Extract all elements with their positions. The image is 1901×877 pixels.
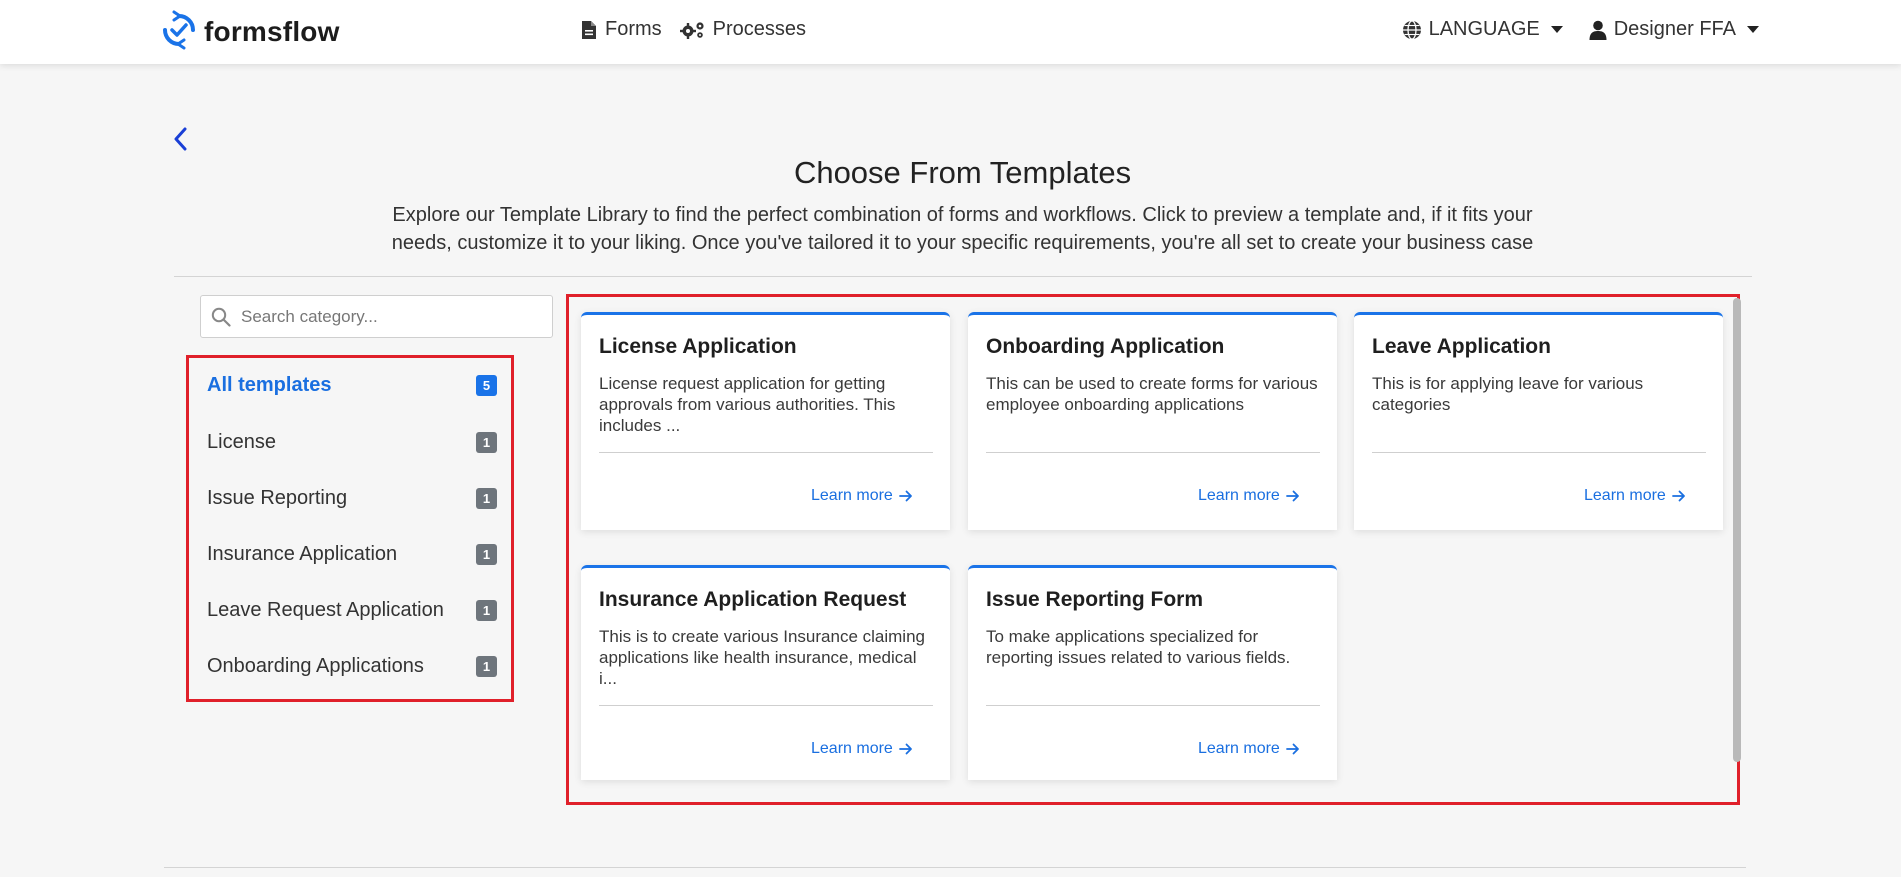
template-title: Leave Application (1372, 335, 1551, 358)
user-name: Designer FFA (1613, 18, 1736, 40)
brand-name: formsflow (204, 16, 340, 47)
template-title: Issue Reporting Form (986, 588, 1204, 611)
nav-forms[interactable]: Forms (580, 18, 662, 41)
user-dropdown[interactable]: Designer FFA (1589, 18, 1759, 41)
category-label: Issue Reporting (207, 486, 348, 509)
category-list: All templates 5 License 1 Issue Reportin… (186, 355, 514, 702)
divider (986, 705, 1320, 706)
count-badge: 5 (476, 374, 497, 396)
template-card[interactable]: Leave Application This is for applying l… (1354, 312, 1723, 530)
learn-more-label: Learn more (811, 487, 893, 504)
category-label: Onboarding Applications (207, 654, 424, 677)
globe-icon (1402, 19, 1421, 40)
category-issue-reporting[interactable]: Issue Reporting 1 (207, 478, 497, 518)
category-label: All templates (207, 373, 332, 396)
divider (174, 276, 1752, 277)
footer-divider (164, 867, 1746, 868)
template-card[interactable]: Issue Reporting Form To make application… (968, 565, 1337, 780)
search-input[interactable] (241, 306, 531, 327)
divider (1372, 452, 1706, 453)
back-arrow-icon[interactable] (170, 126, 192, 152)
category-search[interactable] (200, 295, 553, 338)
file-icon (582, 20, 596, 39)
count-badge: 1 (476, 431, 497, 453)
template-title: License Application (599, 335, 797, 358)
divider (986, 452, 1320, 453)
user-icon (1589, 20, 1607, 40)
template-description: This is to create various Insurance clai… (599, 627, 925, 688)
template-description: To make applications specialized for rep… (986, 627, 1291, 667)
gears-icon (679, 21, 704, 39)
template-card[interactable]: Onboarding Application This can be used … (968, 312, 1337, 530)
top-navbar: formsflow Forms Processes LANGUAGE Desig… (0, 0, 1901, 64)
scrollbar[interactable] (1733, 298, 1741, 762)
count-badge: 1 (476, 655, 497, 677)
category-label: Insurance Application (207, 542, 398, 565)
page-title: Choose From Templates (793, 155, 1132, 190)
template-card[interactable]: Insurance Application Request This is to… (581, 565, 950, 780)
learn-more-label: Learn more (811, 740, 893, 757)
category-label: Leave Request Application (207, 598, 444, 621)
count-badge: 1 (476, 599, 497, 621)
arrow-right-icon (898, 490, 912, 502)
arrow-right-icon (1671, 490, 1685, 502)
category-insurance-application[interactable]: Insurance Application 1 (207, 534, 497, 574)
brand-logo[interactable]: formsflow (160, 10, 340, 54)
learn-more-label: Learn more (1198, 740, 1280, 757)
count-badge: 1 (476, 487, 497, 509)
arrow-right-icon (898, 743, 912, 755)
template-title: Onboarding Application (986, 335, 1225, 358)
learn-more-label: Learn more (1584, 487, 1666, 504)
arrow-right-icon (1285, 490, 1299, 502)
learn-more-label: Learn more (1198, 487, 1280, 504)
learn-more-link[interactable]: Learn more (811, 487, 913, 505)
template-description: This is for applying leave for various c… (1372, 374, 1644, 414)
learn-more-link[interactable]: Learn more (1198, 740, 1300, 758)
language-label: LANGUAGE (1428, 18, 1540, 40)
formsflow-logo-icon (163, 10, 195, 50)
learn-more-link[interactable]: Learn more (811, 740, 913, 758)
learn-more-link[interactable]: Learn more (1584, 487, 1686, 505)
chevron-down-icon (1747, 26, 1759, 33)
language-dropdown[interactable]: LANGUAGE (1402, 18, 1563, 41)
divider (599, 452, 933, 453)
category-license[interactable]: License 1 (207, 422, 497, 462)
template-title: Insurance Application Request (599, 588, 907, 611)
divider (599, 705, 933, 706)
nav-processes-label: Processes (712, 18, 807, 40)
template-card[interactable]: License Application License request appl… (581, 312, 950, 530)
category-label: License (207, 430, 276, 453)
template-description: License request application for getting … (599, 374, 896, 435)
category-onboarding-applications[interactable]: Onboarding Applications 1 (207, 646, 497, 686)
template-description: This can be used to create forms for var… (986, 374, 1318, 414)
nav-forms-label: Forms (605, 18, 662, 40)
chevron-down-icon (1550, 26, 1563, 33)
search-icon (211, 307, 231, 327)
arrow-right-icon (1285, 743, 1299, 755)
category-all-templates[interactable]: All templates 5 (207, 365, 497, 405)
page-description: Explore our Template Library to find the… (391, 204, 1534, 254)
category-leave-request-application[interactable]: Leave Request Application 1 (207, 590, 497, 630)
nav-processes[interactable]: Processes (679, 18, 807, 41)
learn-more-link[interactable]: Learn more (1198, 487, 1300, 505)
count-badge: 1 (476, 543, 497, 565)
